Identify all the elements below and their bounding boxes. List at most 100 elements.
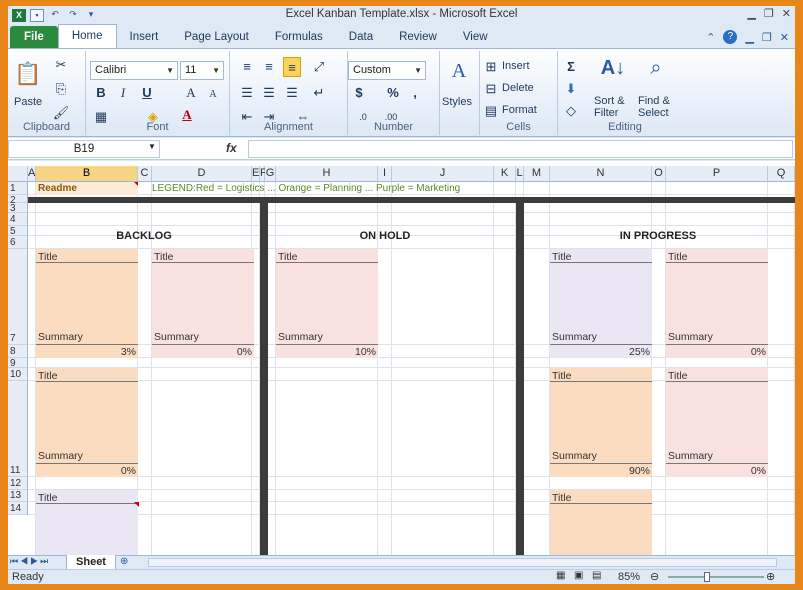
worksheet-grid[interactable]: ABCDEFGHIJKLMNOPQ 1 2 3 4 5 6 7 8 9 10 11 12 13 14 Re… bbox=[8, 161, 795, 555]
delete-cells-icon[interactable]: ⊟ bbox=[482, 81, 500, 97]
sort-filter-button-2[interactable]: Filter bbox=[594, 107, 618, 119]
row-header-9[interactable]: 9 bbox=[8, 358, 28, 369]
number-format-box[interactable]: Custom ▼ bbox=[348, 61, 426, 80]
card-summary[interactable]: Summary bbox=[552, 450, 597, 462]
row-header-12[interactable]: 12 bbox=[8, 477, 28, 490]
card-summary[interactable]: Summary bbox=[668, 450, 713, 462]
find-select-icon[interactable]: ⌕ bbox=[642, 55, 670, 81]
format-cells-button[interactable]: Format bbox=[502, 104, 537, 116]
column-header-l[interactable]: L bbox=[516, 166, 524, 182]
column-header-a[interactable]: A bbox=[28, 166, 36, 182]
chevron-down-icon[interactable]: ▼ bbox=[212, 62, 220, 79]
chevron-down-icon[interactable]: ▼ bbox=[148, 142, 156, 151]
column-header-c[interactable]: C bbox=[138, 166, 152, 182]
clear-icon[interactable]: ◇ bbox=[562, 103, 580, 119]
font-name-box[interactable]: Calibri ▼ bbox=[90, 61, 178, 80]
tab-file[interactable]: File bbox=[10, 26, 58, 48]
new-sheet-icon[interactable]: ⊕ bbox=[120, 556, 128, 567]
tab-insert[interactable]: Insert bbox=[117, 26, 172, 48]
row-header-7[interactable]: 7 bbox=[8, 249, 28, 345]
align-bottom-icon[interactable]: ≡ bbox=[283, 57, 301, 77]
find-select-button-2[interactable]: Select bbox=[638, 107, 669, 119]
kanban-card[interactable]: Title Summary 0% bbox=[152, 249, 254, 358]
column-header-d[interactable]: D bbox=[152, 166, 252, 182]
paste-icon[interactable]: 📋 bbox=[14, 59, 42, 89]
column-header-o[interactable]: O bbox=[652, 166, 666, 182]
ribbon-minimize-icon[interactable]: ⌃ bbox=[706, 31, 715, 44]
card-summary[interactable]: Summary bbox=[38, 331, 83, 343]
card-summary[interactable]: Summary bbox=[552, 331, 597, 343]
card-progress[interactable]: 10% bbox=[355, 346, 376, 358]
kanban-card[interactable]: Title Summary 0% bbox=[36, 368, 138, 477]
zoom-slider-thumb[interactable] bbox=[704, 572, 710, 582]
sheet-tab[interactable]: Sheet bbox=[66, 555, 116, 570]
align-middle-icon[interactable]: ≡ bbox=[260, 59, 278, 75]
card-summary[interactable]: Summary bbox=[668, 331, 713, 343]
currency-button[interactable]: $ bbox=[350, 85, 368, 101]
horizontal-scrollbar[interactable] bbox=[148, 558, 777, 567]
underline-button[interactable]: U bbox=[138, 85, 156, 101]
font-size-box[interactable]: 11 ▼ bbox=[180, 61, 224, 80]
chevron-down-icon[interactable]: ▼ bbox=[166, 62, 174, 79]
format-painter-icon[interactable]: 🖌 bbox=[52, 105, 70, 121]
row-header-2[interactable]: 2 bbox=[8, 195, 28, 206]
zoom-out-icon[interactable]: ⊖ bbox=[650, 570, 659, 583]
card-progress[interactable]: 0% bbox=[751, 346, 766, 358]
styles-button[interactable]: Styles bbox=[442, 96, 472, 108]
minimize-icon[interactable]: ▁ bbox=[747, 7, 755, 20]
card-summary[interactable]: Summary bbox=[154, 331, 199, 343]
row-header-3[interactable]: 3 bbox=[8, 203, 28, 214]
find-select-button[interactable]: Find & bbox=[638, 95, 670, 107]
tab-view[interactable]: View bbox=[450, 26, 501, 48]
card-progress[interactable]: 0% bbox=[121, 465, 136, 477]
column-header-e[interactable]: E bbox=[252, 166, 260, 182]
tab-home[interactable]: Home bbox=[57, 24, 117, 48]
row-header-14[interactable]: 14 bbox=[8, 502, 28, 515]
kanban-card[interactable]: Title bbox=[550, 490, 652, 555]
wrap-text-icon[interactable]: ↵ bbox=[310, 85, 328, 101]
column-header-b[interactable]: B bbox=[36, 166, 138, 182]
card-progress[interactable]: 90% bbox=[629, 465, 650, 477]
row-header-11[interactable]: 11 bbox=[8, 381, 28, 477]
column-header-n[interactable]: N bbox=[550, 166, 652, 182]
row-header-1[interactable]: 1 bbox=[8, 182, 28, 195]
sort-filter-icon[interactable]: A↓ bbox=[598, 55, 628, 81]
restore-icon[interactable]: ❐ bbox=[764, 7, 774, 20]
name-box[interactable]: B19 bbox=[8, 140, 160, 158]
row-header-10[interactable]: 10 bbox=[8, 368, 28, 381]
kanban-card[interactable]: Title Summary 0% bbox=[666, 368, 768, 477]
card-progress[interactable]: 25% bbox=[629, 346, 650, 358]
normal-view-icon[interactable]: ▦ bbox=[556, 570, 565, 581]
window-minimize-icon[interactable]: ▁ bbox=[745, 31, 753, 44]
comma-button[interactable]: , bbox=[406, 85, 424, 101]
select-all-corner[interactable] bbox=[8, 166, 28, 182]
kanban-card[interactable]: Title Summary 90% bbox=[550, 368, 652, 477]
chevron-down-icon[interactable]: ▼ bbox=[414, 62, 422, 79]
column-header-m[interactable]: M bbox=[524, 166, 550, 182]
row-header-13[interactable]: 13 bbox=[8, 490, 28, 502]
kanban-card[interactable]: Title bbox=[36, 490, 138, 555]
page-layout-view-icon[interactable]: ▣ bbox=[574, 570, 583, 581]
help-icon[interactable]: ? bbox=[723, 30, 738, 44]
tab-page-layout[interactable]: Page Layout bbox=[171, 26, 262, 48]
sheet-nav-icon[interactable]: ⏮◀▶⏭ bbox=[10, 556, 50, 567]
align-top-icon[interactable]: ≡ bbox=[238, 59, 256, 75]
card-summary[interactable]: Summary bbox=[38, 450, 83, 462]
shrink-font-button[interactable]: A bbox=[204, 87, 222, 103]
card-progress[interactable]: 0% bbox=[751, 465, 766, 477]
insert-cells-button[interactable]: Insert bbox=[502, 60, 530, 72]
align-left-icon[interactable]: ☰ bbox=[238, 85, 256, 101]
italic-button[interactable]: I bbox=[114, 85, 132, 101]
column-header-i[interactable]: I bbox=[378, 166, 392, 182]
fill-icon[interactable]: ⬇ bbox=[562, 81, 580, 97]
close-icon[interactable]: ✕ bbox=[782, 7, 791, 20]
column-header-j[interactable]: J bbox=[392, 166, 494, 182]
sort-filter-button[interactable]: Sort & bbox=[594, 95, 625, 107]
cut-icon[interactable]: ✂ bbox=[52, 57, 70, 73]
column-header-h[interactable]: H bbox=[276, 166, 378, 182]
insert-cells-icon[interactable]: ⊞ bbox=[482, 59, 500, 75]
paste-button[interactable]: Paste bbox=[14, 96, 42, 108]
kanban-card[interactable]: Title Summary 25% bbox=[550, 249, 652, 358]
styles-icon[interactable]: A bbox=[450, 61, 468, 81]
window-restore-icon[interactable]: ❐ bbox=[762, 31, 772, 44]
